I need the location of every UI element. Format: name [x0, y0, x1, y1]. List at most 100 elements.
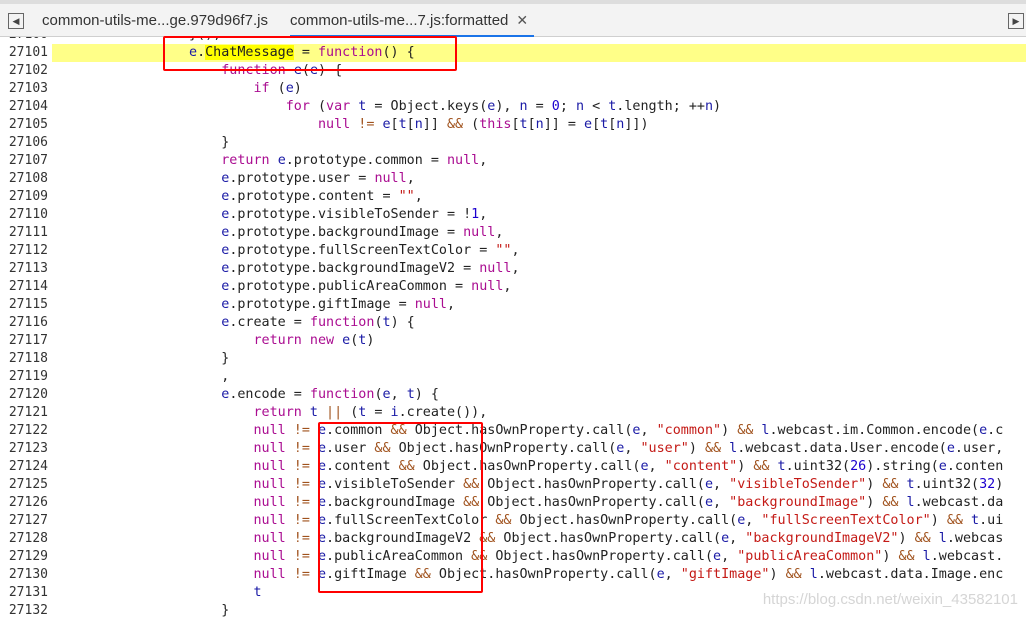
code-line: 27127 null != e.fullScreenTextColor && O…: [0, 512, 1026, 530]
line-number[interactable]: 27131: [0, 584, 48, 602]
code-line: 27130 null != e.giftImage && Object.hasO…: [0, 566, 1026, 584]
code-line: 27115 e.prototype.giftImage = null,: [0, 296, 1026, 314]
line-source: null != e.giftImage && Object.hasOwnProp…: [253, 567, 1004, 582]
code-line: 27105 null != e[t[n]] && (this[t[n]] = e…: [0, 116, 1026, 134]
line-number[interactable]: 27125: [0, 476, 48, 494]
line-source: null != e.backgroundImageV2 && Object.ha…: [253, 531, 1004, 546]
line-source: ,: [60, 369, 230, 384]
line-source: }: [60, 351, 230, 366]
code-line: 27128 null != e.backgroundImageV2 && Obj…: [0, 530, 1026, 548]
code-line: 27107 return e.prototype.common = null,: [0, 152, 1026, 170]
line-source: e.prototype.content = "",: [221, 189, 423, 204]
line-number[interactable]: 27126: [0, 494, 48, 512]
line-number[interactable]: 27132: [0, 602, 48, 620]
code-line: 27125 null != e.visibleToSender && Objec…: [0, 476, 1026, 494]
line-source: if (e): [253, 81, 302, 96]
line-number[interactable]: 27128: [0, 530, 48, 548]
code-line: 27103 if (e): [0, 80, 1026, 98]
code-line: 27112 e.prototype.fullScreenTextColor = …: [0, 242, 1026, 260]
code-line: 27102 function e(e) {: [0, 62, 1026, 80]
line-number[interactable]: 27121: [0, 404, 48, 422]
line-source: return new e(t): [253, 333, 375, 348]
line-number[interactable]: 27102: [0, 62, 48, 80]
line-number[interactable]: 27120: [0, 386, 48, 404]
line-number[interactable]: 27109: [0, 188, 48, 206]
line-number[interactable]: 27110: [0, 206, 48, 224]
line-source: }: [60, 135, 230, 150]
line-source: null != e.fullScreenTextColor && Object.…: [253, 513, 1004, 528]
line-number[interactable]: 27119: [0, 368, 48, 386]
watermark: https://blog.csdn.net/weixin_43582101: [762, 591, 1018, 608]
line-number[interactable]: 27130: [0, 566, 48, 584]
tab-formatted-file[interactable]: common-utils-me...7.js:formatted ✕: [290, 12, 535, 37]
line-source: null != e.content && Object.hasOwnProper…: [253, 459, 1004, 474]
code-line: 27126 null != e.backgroundImage && Objec…: [0, 494, 1026, 512]
line-number[interactable]: 27124: [0, 458, 48, 476]
editor-tab-bar: ◀ common-utils-me...ge.979d96f7.js commo…: [0, 0, 1026, 37]
code-line: 27113 e.prototype.backgroundImageV2 = nu…: [0, 260, 1026, 278]
toggle-debugger-icon[interactable]: ▶: [1008, 13, 1024, 29]
line-source: e.prototype.backgroundImage = null,: [221, 225, 504, 240]
line-number[interactable]: 27105: [0, 116, 48, 134]
code-editor[interactable]: 27100 }();27101 e.ChatMessage = function…: [0, 26, 1026, 620]
line-number[interactable]: 27116: [0, 314, 48, 332]
tab-label: common-utils-me...7.js:formatted: [290, 12, 509, 29]
line-number[interactable]: 27127: [0, 512, 48, 530]
annotation-box-properties: [318, 422, 483, 593]
line-number[interactable]: 27122: [0, 422, 48, 440]
code-line: 27129 null != e.publicAreaCommon && Obje…: [0, 548, 1026, 566]
tab-source-file[interactable]: common-utils-me...ge.979d96f7.js: [42, 12, 268, 29]
code-line: 27117 return new e(t): [0, 332, 1026, 350]
line-source: null != e.visibleToSender && Object.hasO…: [253, 477, 1004, 492]
line-number[interactable]: 27107: [0, 152, 48, 170]
line-source: e.prototype.backgroundImageV2 = null,: [221, 261, 520, 276]
line-number[interactable]: 27103: [0, 80, 48, 98]
code-line: 27119 ,: [0, 368, 1026, 386]
line-number[interactable]: 27111: [0, 224, 48, 242]
line-source: t: [253, 585, 262, 600]
code-line: 27124 null != e.content && Object.hasOwn…: [0, 458, 1026, 476]
code-line: 27101 e.ChatMessage = function() {: [0, 44, 1026, 62]
tab-label: common-utils-me...ge.979d96f7.js: [42, 12, 268, 29]
code-line: 27123 null != e.user && Object.hasOwnPro…: [0, 440, 1026, 458]
code-line: 27111 e.prototype.backgroundImage = null…: [0, 224, 1026, 242]
line-number[interactable]: 27101: [0, 44, 48, 62]
line-source: null != e.backgroundImage && Object.hasO…: [253, 495, 1004, 510]
line-number[interactable]: 27106: [0, 134, 48, 152]
line-source: null != e.common && Object.hasOwnPropert…: [253, 423, 1004, 438]
code-line: 27118 }: [0, 350, 1026, 368]
code-line: 27122 null != e.common && Object.hasOwnP…: [0, 422, 1026, 440]
code-line: 27104 for (var t = Object.keys(e), n = 0…: [0, 98, 1026, 116]
line-source: return e.prototype.common = null,: [221, 153, 488, 168]
line-source: return t || (t = i.create()),: [253, 405, 488, 420]
line-source: e.create = function(t) {: [221, 315, 415, 330]
line-number[interactable]: 27114: [0, 278, 48, 296]
code-line: 27110 e.prototype.visibleToSender = !1,: [0, 206, 1026, 224]
code-line: 27114 e.prototype.publicAreaCommon = nul…: [0, 278, 1026, 296]
line-source: e.prototype.giftImage = null,: [221, 297, 456, 312]
line-source: e.prototype.fullScreenTextColor = "",: [221, 243, 520, 258]
line-number[interactable]: 27112: [0, 242, 48, 260]
code-line: 27121 return t || (t = i.create()),: [0, 404, 1026, 422]
line-number[interactable]: 27117: [0, 332, 48, 350]
code-line: 27106 }: [0, 134, 1026, 152]
line-number[interactable]: 27113: [0, 260, 48, 278]
line-source: null != e.publicAreaCommon && Object.has…: [253, 549, 1004, 564]
code-line: 27116 e.create = function(t) {: [0, 314, 1026, 332]
line-source: for (var t = Object.keys(e), n = 0; n < …: [285, 99, 722, 114]
line-source: e.prototype.visibleToSender = !1,: [221, 207, 488, 222]
toggle-navigator-icon[interactable]: ◀: [8, 13, 24, 29]
line-number[interactable]: 27104: [0, 98, 48, 116]
line-number[interactable]: 27115: [0, 296, 48, 314]
line-source: e.prototype.publicAreaCommon = null,: [221, 279, 512, 294]
code-line: 27108 e.prototype.user = null,: [0, 170, 1026, 188]
line-source: e.encode = function(e, t) {: [221, 387, 439, 402]
line-number[interactable]: 27123: [0, 440, 48, 458]
line-number[interactable]: 27118: [0, 350, 48, 368]
line-source: null != e.user && Object.hasOwnProperty.…: [253, 441, 1004, 456]
code-line: 27120 e.encode = function(e, t) {: [0, 386, 1026, 404]
close-icon[interactable]: ✕: [516, 12, 528, 28]
line-number[interactable]: 27129: [0, 548, 48, 566]
line-source: e.prototype.user = null,: [221, 171, 415, 186]
line-number[interactable]: 27108: [0, 170, 48, 188]
